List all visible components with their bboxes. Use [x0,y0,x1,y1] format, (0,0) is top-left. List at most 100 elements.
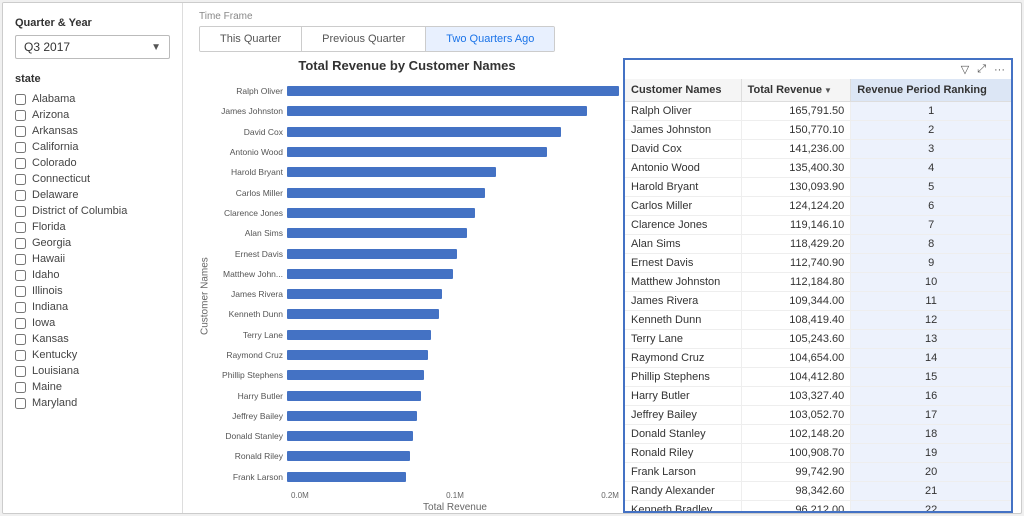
state-checkbox[interactable] [15,110,26,121]
state-checkbox[interactable] [15,270,26,281]
state-checkbox[interactable] [15,382,26,393]
state-list-item[interactable]: Illinois [15,283,170,299]
timeframe-section: Time Frame This QuarterPrevious QuarterT… [183,3,1021,52]
table-cell: Harold Bryant [625,178,741,197]
state-checkbox[interactable] [15,350,26,361]
table-cell: 18 [851,425,1011,444]
table-cell: 165,791.50 [741,102,851,121]
filter-icon[interactable]: ▽ [959,62,971,77]
table-column-header[interactable]: Customer Names [625,79,741,102]
state-list-item[interactable]: Arizona [15,107,170,123]
table-cell: Jeffrey Bailey [625,406,741,425]
state-list-item[interactable]: Kansas [15,331,170,347]
table-cell: 108,419.40 [741,311,851,330]
bar-fill [287,309,439,319]
bar-track [287,86,619,96]
bar-fill [287,391,421,401]
table-row: Terry Lane105,243.6013 [625,330,1011,349]
timeframe-button[interactable]: Two Quarters Ago [426,27,554,51]
main-panel: Time Frame This QuarterPrevious QuarterT… [183,3,1021,513]
bar-fill [287,228,467,238]
table-row: Ernest Davis112,740.909 [625,254,1011,273]
state-name: Maryland [32,397,77,409]
bar-label: James Johnston [215,106,287,116]
bar-track [287,472,619,482]
state-list-item[interactable]: Idaho [15,267,170,283]
x-axis-label: Total Revenue [291,502,619,513]
state-checkbox[interactable] [15,126,26,137]
bar-row: Harry Butler [215,389,619,403]
bar-label: Matthew John... [215,269,287,279]
state-checkbox[interactable] [15,286,26,297]
bar-fill [287,431,413,441]
table-row: Raymond Cruz104,654.0014 [625,349,1011,368]
state-checkbox[interactable] [15,366,26,377]
table-cell: 10 [851,273,1011,292]
state-checkbox[interactable] [15,318,26,329]
sort-arrow-icon: ▼ [824,86,832,95]
table-scroll[interactable]: Customer NamesTotal Revenue ▼Revenue Per… [625,79,1011,511]
state-list-item[interactable]: Iowa [15,315,170,331]
table-row: David Cox141,236.003 [625,140,1011,159]
expand-icon[interactable]: ⤢ [975,62,988,77]
table-cell: 104,412.80 [741,368,851,387]
state-name: Georgia [32,237,71,249]
table-cell: David Cox [625,140,741,159]
state-checkbox[interactable] [15,222,26,233]
table-cell: 17 [851,406,1011,425]
state-checkbox[interactable] [15,206,26,217]
state-checkbox[interactable] [15,398,26,409]
table-cell: 3 [851,140,1011,159]
state-list-item[interactable]: District of Columbia [15,203,170,219]
state-list-item[interactable]: Connecticut [15,171,170,187]
state-name: Hawaii [32,253,65,265]
chart-inner: Ralph OliverJames JohnstonDavid CoxAnton… [215,79,619,513]
state-list-item[interactable]: Indiana [15,299,170,315]
state-name: Kansas [32,333,69,345]
timeframe-button[interactable]: Previous Quarter [302,27,426,51]
table-row: Antonio Wood135,400.304 [625,159,1011,178]
bar-row: Matthew John... [215,267,619,281]
state-list-item[interactable]: Kentucky [15,347,170,363]
state-list-item[interactable]: Delaware [15,187,170,203]
table-row: Phillip Stephens104,412.8015 [625,368,1011,387]
more-icon[interactable]: ··· [992,63,1007,77]
state-checkbox[interactable] [15,238,26,249]
state-list-item[interactable]: Maine [15,379,170,395]
bar-row: Harold Bryant [215,165,619,179]
state-list-item[interactable]: Colorado [15,155,170,171]
bar-label: Kenneth Dunn [215,309,287,319]
table-cell: Frank Larson [625,463,741,482]
state-list-item[interactable]: Arkansas [15,123,170,139]
table-row: Randy Alexander98,342.6021 [625,482,1011,501]
state-list-item[interactable]: Georgia [15,235,170,251]
state-checkbox[interactable] [15,190,26,201]
quarter-year-select[interactable]: Q3 2017 ▼ [15,35,170,59]
table-column-header[interactable]: Total Revenue ▼ [741,79,851,102]
state-checkbox[interactable] [15,334,26,345]
state-checkbox[interactable] [15,142,26,153]
table-cell: 141,236.00 [741,140,851,159]
table-column-header[interactable]: Revenue Period Ranking [851,79,1011,102]
state-list-item[interactable]: California [15,139,170,155]
state-name: Alabama [32,93,75,105]
table-cell: 9 [851,254,1011,273]
timeframe-button[interactable]: This Quarter [200,27,302,51]
state-list-item[interactable]: Maryland [15,395,170,411]
state-list-item[interactable]: Louisiana [15,363,170,379]
state-checkbox[interactable] [15,94,26,105]
state-checkbox[interactable] [15,302,26,313]
state-name: California [32,141,78,153]
state-checkbox[interactable] [15,254,26,265]
table-cell: Terry Lane [625,330,741,349]
table-cell: 100,908.70 [741,444,851,463]
bar-row: Frank Larson [215,470,619,484]
state-list-item[interactable]: Hawaii [15,251,170,267]
table-row: James Rivera109,344.0011 [625,292,1011,311]
state-list-item[interactable]: Alabama [15,91,170,107]
x-tick: 0.1M [446,491,464,500]
state-list-item[interactable]: Florida [15,219,170,235]
bar-fill [287,127,561,137]
state-checkbox[interactable] [15,174,26,185]
state-checkbox[interactable] [15,158,26,169]
